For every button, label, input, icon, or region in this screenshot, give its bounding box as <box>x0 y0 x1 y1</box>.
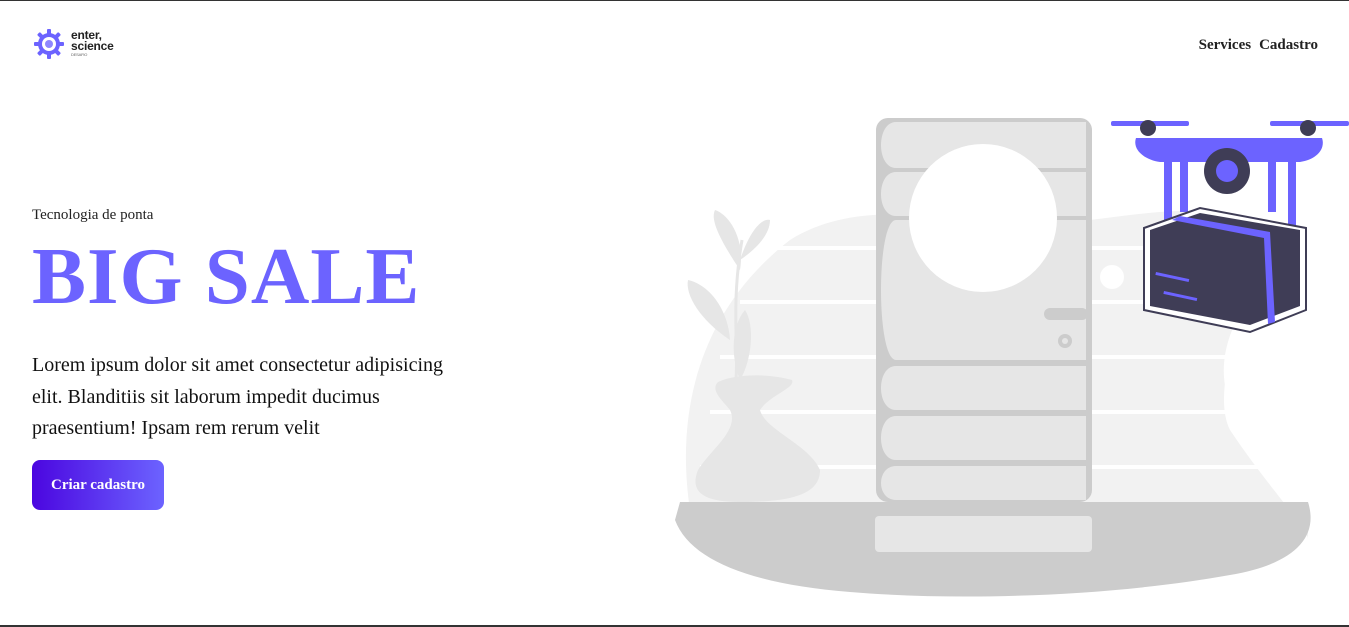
main-nav: Services Cadastro <box>1199 37 1318 54</box>
refrigerator-icon <box>875 118 1092 552</box>
gear-logo-icon <box>34 29 64 59</box>
site-header: enter, science DESAFIO Services Cadastro <box>0 0 1349 90</box>
drone-icon <box>1111 120 1349 334</box>
hero-eyebrow: Tecnologia de ponta <box>32 207 154 223</box>
brand-logo[interactable]: enter, science DESAFIO <box>33 28 114 60</box>
hero-description: Lorem ipsum dolor sit amet consectetur a… <box>32 354 444 439</box>
criar-cadastro-button[interactable]: Criar cadastro <box>32 460 164 510</box>
brand-name-line2: science <box>71 39 114 53</box>
nav-link-services[interactable]: Services <box>1199 37 1251 54</box>
hero-title: BIG SALE <box>32 231 421 321</box>
hero-illustration <box>675 118 1349 597</box>
nav-link-cadastro[interactable]: Cadastro <box>1259 37 1318 54</box>
brand-wordmark: enter, science DESAFIO <box>71 29 114 58</box>
